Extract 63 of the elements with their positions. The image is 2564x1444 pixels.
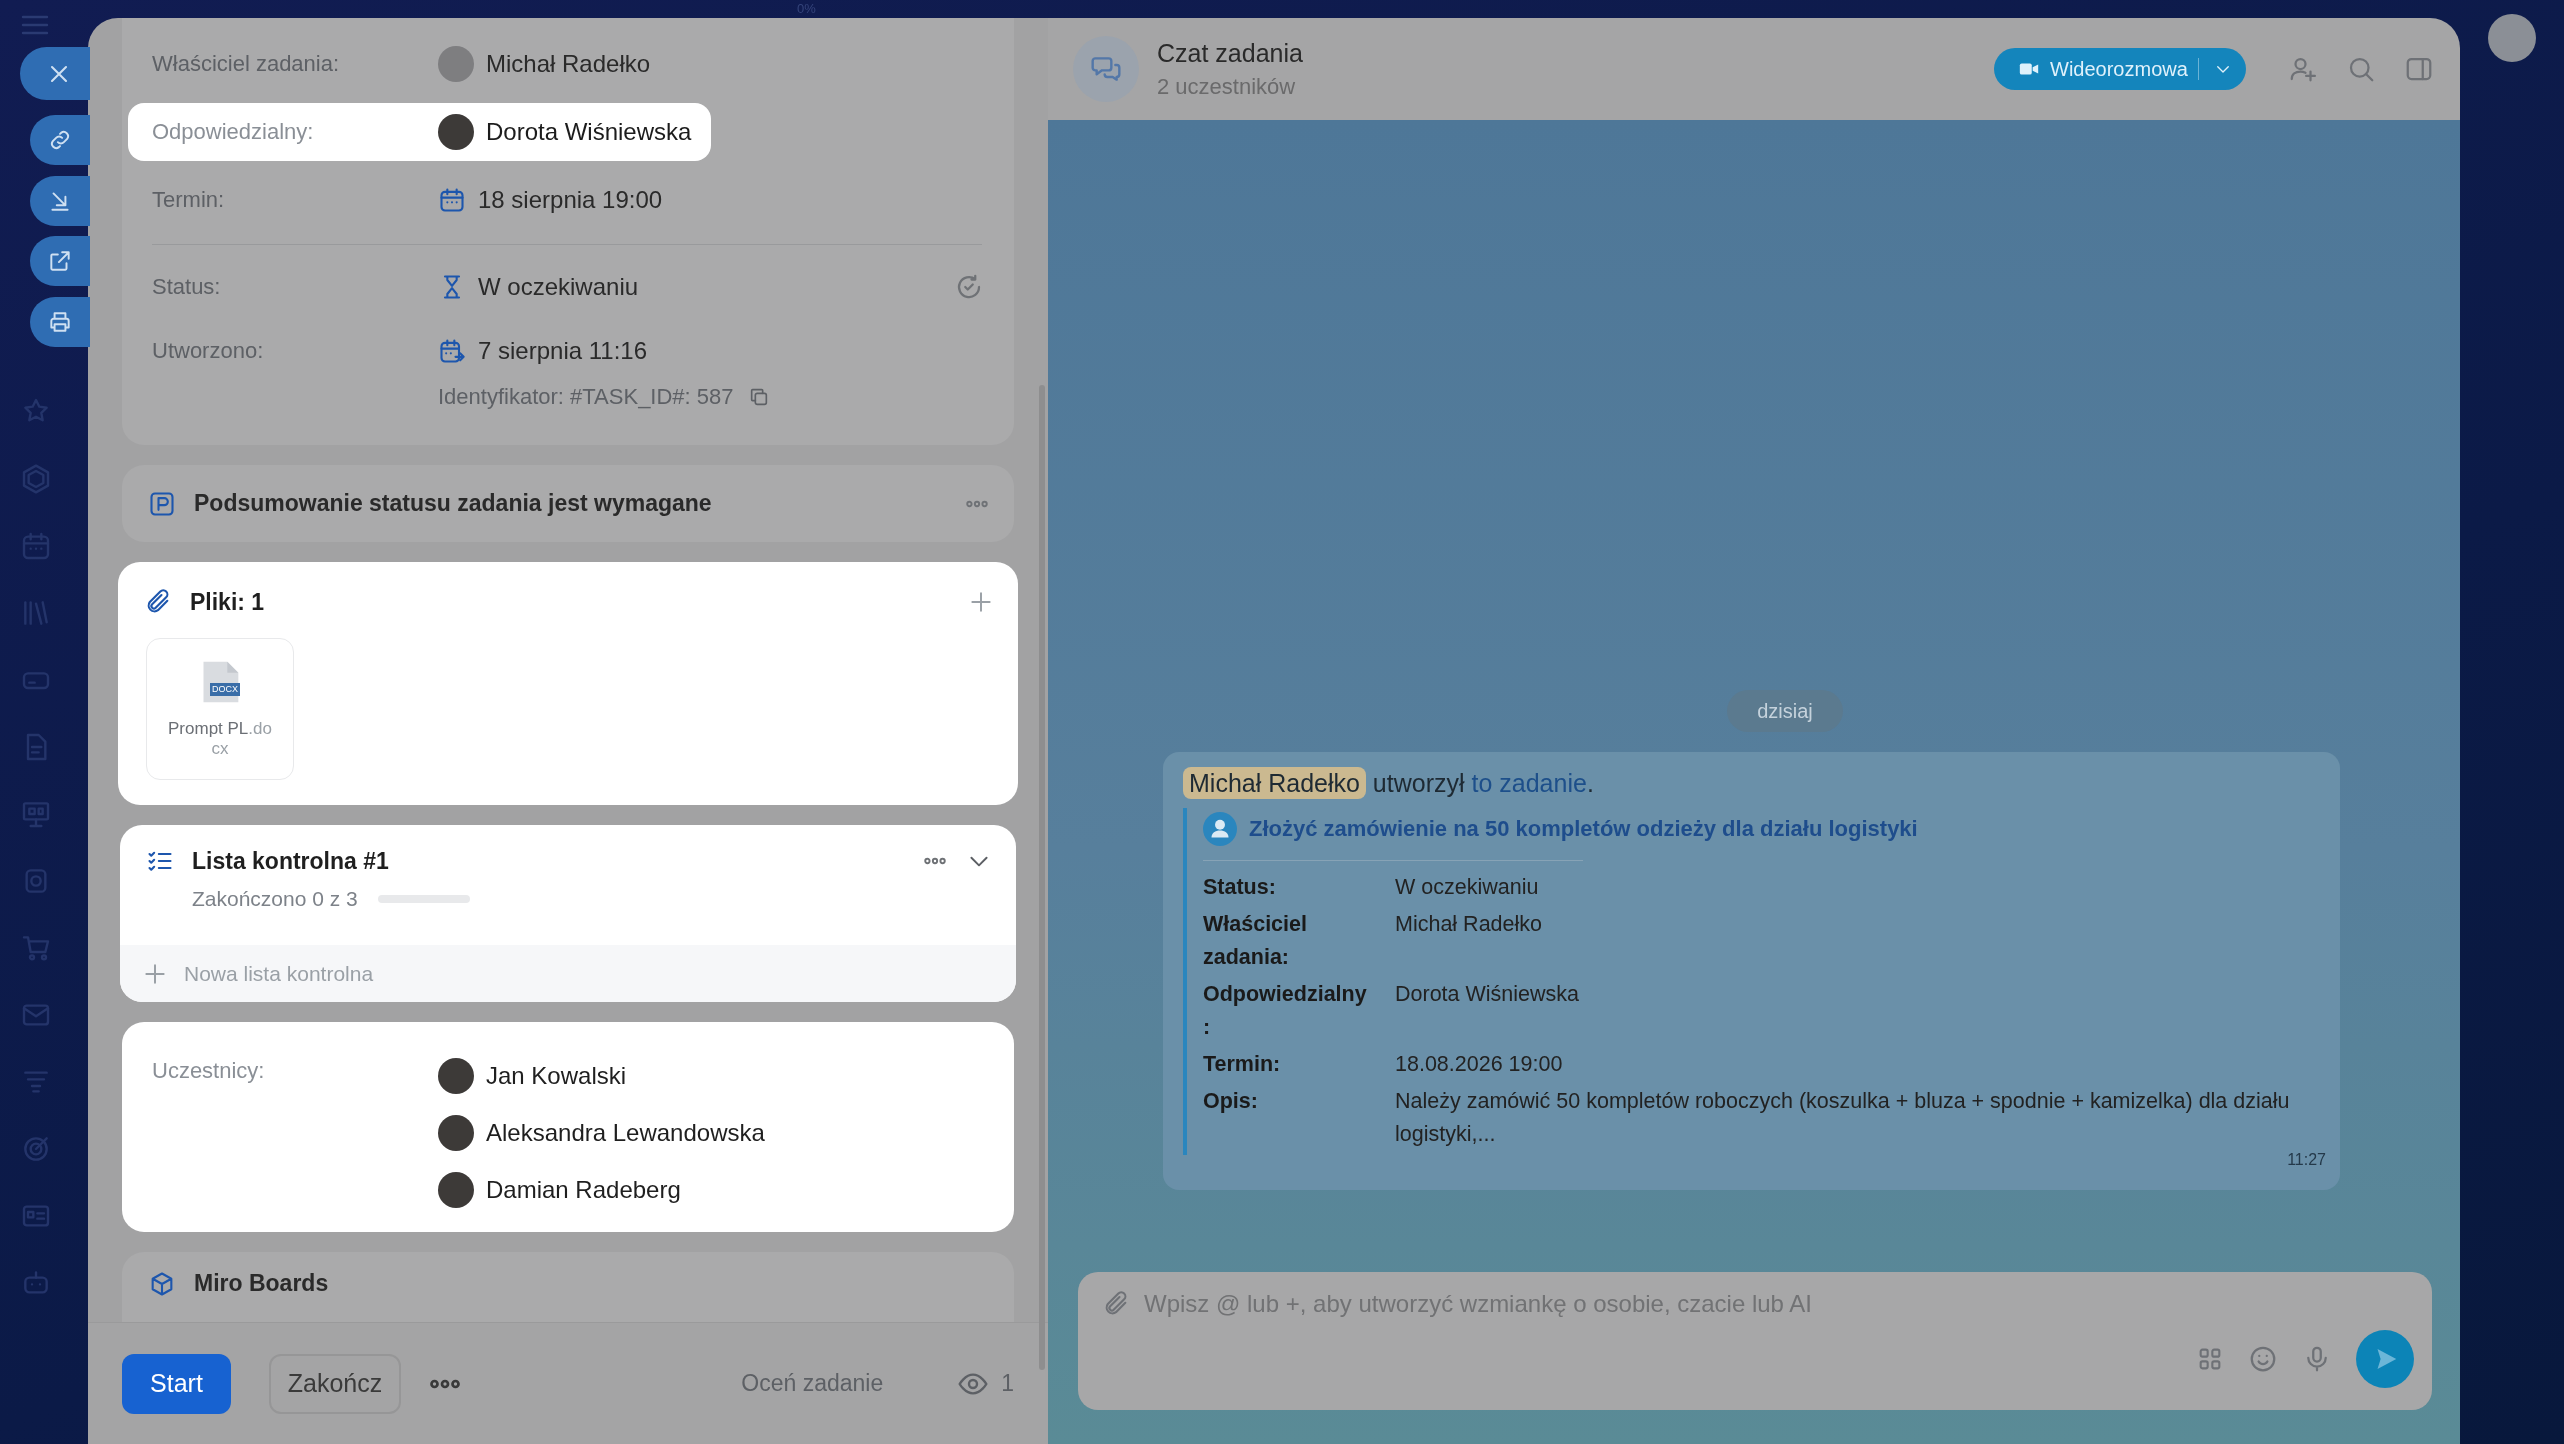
calendar-icon	[438, 186, 466, 214]
avatar	[438, 1058, 474, 1094]
detail-value: Należy zamówić 50 kompletów roboczych (koszulka + bluza + spodnie + kamizelka) dla działu logistyki,...	[1395, 1088, 2291, 1148]
person-name[interactable]: Dorota Wiśniewska	[486, 118, 692, 146]
date-separator: dzisiaj	[1727, 690, 1843, 732]
detail-value: Michał Radełko	[1395, 911, 1543, 938]
mention-link[interactable]: Michał Radełko	[1183, 767, 1366, 799]
smiley-icon[interactable]	[2248, 1344, 2278, 1374]
close-button[interactable]	[20, 47, 90, 100]
card-title: Podsumowanie statusu zadania jest wymagane	[194, 490, 712, 517]
calendar-arrow-icon	[438, 337, 466, 365]
printer-icon	[47, 309, 73, 335]
field-value: W oczekiwaniu	[478, 273, 639, 301]
detail-label: Właściciel zadania:	[1203, 911, 1308, 971]
link-button[interactable]	[30, 115, 90, 165]
message-text: Michał Radełko utworzył to zadanie.	[1183, 766, 2318, 800]
field-label: Uczestnicy:	[152, 1058, 266, 1085]
user-avatar[interactable]	[2488, 14, 2536, 62]
checklist-progress-text: Zakończono 0 z 3	[192, 887, 358, 911]
field-value: 7 sierpnia 11:16	[478, 337, 647, 365]
user-circle-icon	[1203, 812, 1237, 846]
file-name[interactable]: Prompt PL.docx	[167, 719, 273, 759]
card-title: Pliki: 1	[190, 588, 265, 616]
detail-value: W oczekiwaniu	[1395, 874, 1540, 901]
field-label: Odpowiedzialny:	[152, 119, 315, 145]
calendar-icon[interactable]	[20, 530, 52, 562]
download-button[interactable]	[30, 176, 90, 226]
start-button[interactable]: Start	[122, 1353, 231, 1414]
detail-value: 18.08.2026 19:00	[1395, 1051, 1564, 1078]
detail-value: Dorota Wiśniewska	[1395, 981, 1580, 1008]
card-title: Lista kontrolna #1	[192, 847, 389, 875]
person-name[interactable]: Jan Kowalski	[486, 1062, 627, 1090]
chat-title: Czat zadania	[1157, 38, 1303, 68]
field-label: Termin:	[152, 187, 226, 213]
field-label: Właściciel zadania:	[152, 51, 341, 77]
send-button[interactable]	[2356, 1330, 2414, 1388]
detail-label: Odpowiedzialny:	[1203, 981, 1368, 1041]
task-identifier: Identyfikator: #TASK_ID#: 587	[438, 384, 734, 410]
avatar	[438, 1115, 474, 1151]
field-label: Status:	[152, 274, 222, 300]
video-call-button[interactable]: Wideorozmowa	[1994, 48, 2246, 90]
avatar	[438, 46, 474, 82]
detail-label: Opis:	[1203, 1088, 1259, 1115]
hexagon-icon[interactable]	[20, 463, 52, 495]
card-title: Miro Boards	[194, 1270, 329, 1297]
field-value: 18 sierpnia 19:00	[478, 186, 663, 214]
detail-label: Status:	[1203, 874, 1277, 901]
chat-subtitle: 2 uczestników	[1157, 73, 1297, 100]
open-external-button[interactable]	[30, 236, 90, 286]
file-type-badge: DOCX	[210, 683, 240, 696]
message-time: 11:27	[2287, 1151, 2326, 1169]
person-name[interactable]: Michał Radełko	[486, 50, 651, 78]
person-name[interactable]: Aleksandra Lewandowska	[486, 1119, 765, 1147]
avatar	[438, 1172, 474, 1208]
detail-label: Termin:	[1203, 1051, 1282, 1078]
file-tile[interactable]: DOCX Prompt PL.docx	[146, 638, 294, 780]
print-button[interactable]	[30, 297, 90, 347]
avatar	[438, 114, 474, 150]
person-name[interactable]: Damian Radeberg	[486, 1176, 681, 1204]
view-count: 1	[1001, 1370, 1014, 1397]
field-label: Utworzono:	[152, 338, 265, 364]
finish-button[interactable]: Zakończ	[269, 1353, 401, 1414]
external-link-icon	[47, 248, 73, 274]
